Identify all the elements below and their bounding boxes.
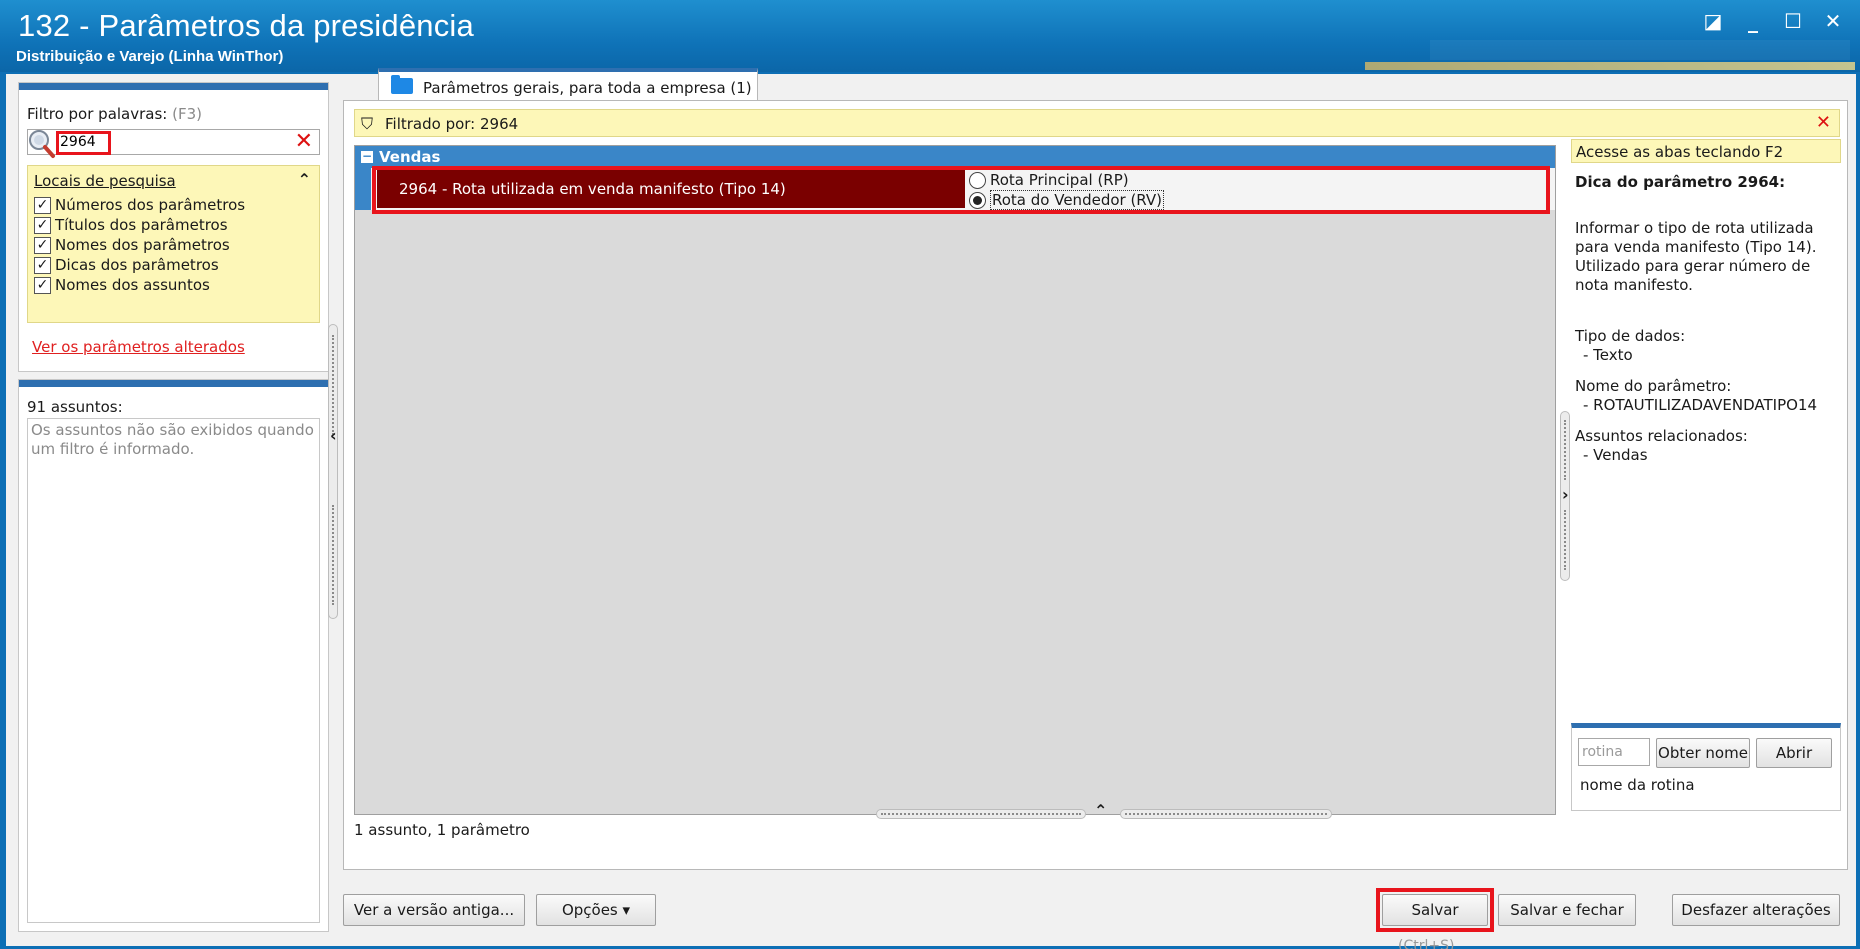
filter-label: Filtro por palavras: (F3)	[27, 105, 202, 123]
help-param-name-value: - ROTAUTILIZADAVENDATIPO14	[1583, 396, 1818, 414]
window-title: 132 - Parâmetros da presidência	[18, 8, 474, 43]
open-button[interactable]: Abrir	[1756, 738, 1832, 768]
parameters-panel: ⛉ Filtrado por: 2964 ✕ − Vendas 2964 - R…	[343, 100, 1848, 870]
filter-highlight	[56, 131, 111, 155]
options-button[interactable]: Opções ▾	[536, 894, 656, 926]
checkbox-parameter-numbers[interactable]: ✓ Números dos parâmetros	[34, 196, 245, 214]
folder-icon	[391, 75, 413, 94]
active-filter-text: Filtrado por: 2964	[385, 115, 519, 133]
panel-header-bar	[19, 83, 328, 90]
search-locations-box: Locais de pesquisa ⌃ ✓ Números dos parâm…	[27, 165, 320, 323]
remove-filter-icon[interactable]: ✕	[1816, 112, 1831, 133]
checkbox-icon[interactable]: ✓	[34, 276, 51, 294]
radio-label: Rota do Vendedor (RV)	[990, 190, 1165, 210]
save-button[interactable]: Salvar	[1382, 894, 1488, 926]
main-window: Filtro por palavras: (F3) ✕ Locais de pe…	[6, 68, 1856, 949]
radio-rota-principal[interactable]: Rota Principal (RP)	[969, 171, 1129, 189]
get-name-button[interactable]: Obter nome	[1656, 738, 1750, 768]
collapse-left-icon[interactable]: ‹	[330, 426, 337, 445]
maximize-icon[interactable]: ☐	[1782, 9, 1804, 33]
group-label: Vendas	[379, 148, 441, 166]
collapse-group-icon[interactable]: −	[361, 150, 373, 163]
checkbox-parameter-names[interactable]: ✓ Nomes dos parâmetros	[34, 236, 230, 254]
left-splitter[interactable]	[328, 324, 338, 619]
funnel-icon: ⛉	[361, 114, 374, 133]
subjects-list[interactable]: Os assuntos não são exibidos quando um f…	[27, 418, 320, 923]
filter-shortcut-hint: (F3)	[172, 105, 203, 123]
tab-label: Parâmetros gerais, para toda a empresa (…	[423, 79, 752, 97]
help-related-label: Assuntos relacionados:	[1575, 427, 1748, 445]
collapse-icon[interactable]: ⌃	[298, 170, 311, 189]
active-filter-bar: ⛉ Filtrado por: 2964 ✕	[354, 109, 1840, 137]
subjects-panel: 91 assuntos: Os assuntos não são exibido…	[18, 379, 329, 932]
close-icon[interactable]: ✕	[1822, 9, 1844, 33]
help-tip: Acesse as abas teclando F2	[1571, 139, 1841, 163]
radio-icon[interactable]	[969, 171, 986, 189]
undo-changes-button[interactable]: Desfazer alterações	[1672, 894, 1840, 926]
help-data-type-label: Tipo de dados:	[1575, 327, 1686, 345]
minimize-icon[interactable]: _	[1742, 9, 1764, 33]
parameter-row-2964[interactable]: 2964 - Rota utilizada em venda manifesto…	[355, 168, 1555, 210]
window-controls: ◪ _ ☐ ✕	[1702, 9, 1844, 33]
altered-parameters-link[interactable]: Ver os parâmetros alterados	[32, 338, 245, 356]
checkbox-parameter-tips[interactable]: ✓ Dicas dos parâmetros	[34, 256, 219, 274]
routine-panel: Obter nome Abrir nome da rotina	[1571, 723, 1841, 811]
parameter-label[interactable]: 2964 - Rota utilizada em venda manifesto…	[377, 170, 965, 208]
routine-name: nome da rotina	[1580, 776, 1695, 794]
checkbox-subject-names[interactable]: ✓ Nomes dos assuntos	[34, 276, 210, 294]
checkbox-icon[interactable]: ✓	[34, 216, 51, 234]
checkbox-icon[interactable]: ✓	[34, 256, 51, 274]
clear-filter-icon[interactable]: ✕	[295, 129, 313, 154]
help-param-name-label: Nome do parâmetro:	[1575, 377, 1732, 395]
group-row-vendas[interactable]: − Vendas	[355, 146, 1555, 168]
checkbox-label: Nomes dos assuntos	[55, 276, 210, 294]
filter-panel: Filtro por palavras: (F3) ✕ Locais de pe…	[18, 82, 329, 372]
checkbox-label: Nomes dos parâmetros	[55, 236, 230, 254]
radio-selected-icon[interactable]	[969, 191, 986, 209]
search-icon	[29, 130, 55, 158]
title-decoration	[1430, 40, 1850, 60]
help-description: Informar o tipo de rota utilizada para v…	[1575, 219, 1817, 294]
title-decoration-stripe	[1365, 62, 1855, 70]
bottom-splitter[interactable]: ⌃	[876, 801, 1336, 820]
title-bar: 132 - Parâmetros da presidência Distribu…	[0, 0, 1860, 72]
subjects-count: 91 assuntos:	[27, 398, 123, 416]
collapse-right-icon[interactable]: ›	[1562, 485, 1569, 504]
collapse-bottom-icon[interactable]: ⌃	[1094, 801, 1107, 820]
restore-icon[interactable]: ◪	[1702, 9, 1724, 33]
radio-label: Rota Principal (RP)	[990, 171, 1129, 189]
checkbox-icon[interactable]: ✓	[34, 196, 51, 214]
parameters-grid: − Vendas 2964 - Rota utilizada em venda …	[354, 145, 1556, 815]
search-locations-title[interactable]: Locais de pesquisa	[34, 172, 176, 190]
checkbox-icon[interactable]: ✓	[34, 236, 51, 254]
checkbox-parameter-titles[interactable]: ✓ Títulos dos parâmetros	[34, 216, 228, 234]
window-subtitle: Distribuição e Varejo (Linha WinThor)	[16, 48, 284, 65]
checkbox-label: Dicas dos parâmetros	[55, 256, 219, 274]
checkbox-label: Números dos parâmetros	[55, 196, 246, 214]
filter-search-box: ✕	[27, 129, 320, 158]
radio-rota-vendedor[interactable]: Rota do Vendedor (RV)	[969, 190, 1165, 210]
help-title: Dica do parâmetro 2964:	[1575, 173, 1786, 191]
help-related-value: - Vendas	[1583, 446, 1648, 464]
row-indent	[355, 168, 371, 210]
panel-header-bar	[19, 380, 328, 387]
parameter-options: Rota Principal (RP) Rota do Vendedor (RV…	[965, 170, 1555, 210]
help-panel: Dica do parâmetro 2964: Informar o tipo …	[1571, 165, 1841, 721]
routine-input[interactable]	[1578, 738, 1650, 766]
save-close-button[interactable]: Salvar e fechar	[1498, 894, 1636, 926]
checkbox-label: Títulos dos parâmetros	[55, 216, 228, 234]
filter-label-text: Filtro por palavras:	[27, 105, 168, 123]
grid-status: 1 assunto, 1 parâmetro	[354, 821, 530, 839]
old-version-button[interactable]: Ver a versão antiga...	[343, 894, 525, 926]
save-shortcut-hint: (Ctrl+S)	[1398, 938, 1455, 949]
help-data-type-value: - Texto	[1583, 346, 1633, 364]
